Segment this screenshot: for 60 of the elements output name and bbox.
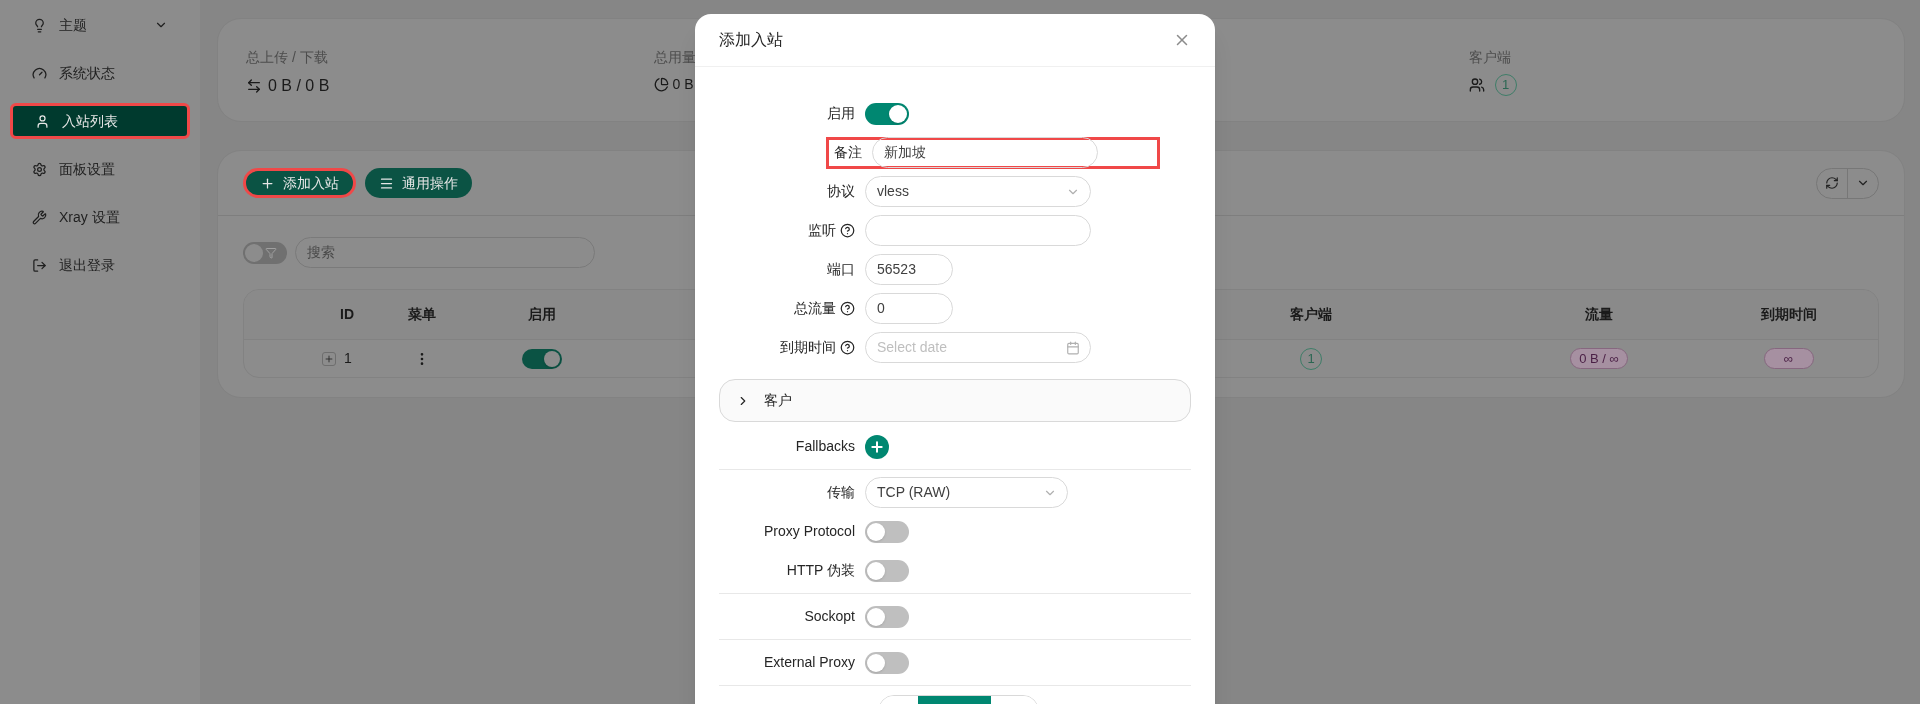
sidebar-item[interactable]: 主题	[10, 7, 190, 43]
field-label: External Proxy	[763, 653, 855, 672]
general-actions-button[interactable]: 通用操作	[365, 168, 472, 198]
field-label: HTTP 伪装	[786, 561, 855, 580]
column-header: 菜单	[408, 305, 436, 324]
dialog-title: 添加入站	[719, 30, 783, 50]
users-icon	[1468, 77, 1485, 93]
sidebar-item[interactable]: 系统状态	[10, 55, 190, 91]
field-label: Fallbacks	[795, 437, 855, 456]
user-icon	[35, 113, 50, 129]
sidebar-item[interactable]: 入站列表	[10, 103, 190, 139]
collapse-panel[interactable]: 客户	[719, 379, 1191, 422]
wrench-icon	[32, 209, 47, 225]
pie-chart-icon	[653, 77, 669, 92]
stat-label: 客户端	[1468, 48, 1512, 67]
sidebar-item[interactable]: Xray 设置	[10, 199, 190, 235]
bulb-icon	[32, 17, 47, 33]
column-header: 流量	[1585, 305, 1613, 324]
expand-icon[interactable]	[322, 351, 337, 366]
toggle-switch[interactable]	[865, 651, 909, 674]
field-label: Proxy Protocol	[763, 522, 855, 541]
transfer-icon	[246, 78, 262, 94]
sidebar-item[interactable]: 面板设置	[10, 151, 190, 187]
gauge-icon	[32, 65, 47, 81]
toggle-switch[interactable]	[865, 559, 909, 582]
stat-value: 0 B / 0 B	[268, 76, 330, 96]
field-label: 到期时间	[780, 338, 836, 357]
gear-icon	[32, 161, 47, 177]
field-label: 监听	[808, 221, 836, 240]
add-button[interactable]	[865, 434, 889, 459]
filter-toggle[interactable]	[243, 241, 287, 264]
logout-icon	[32, 257, 47, 273]
field-label: 启用	[827, 104, 855, 123]
refresh-icon	[1825, 176, 1839, 190]
column-header: 到期时间	[1760, 305, 1817, 324]
field-label: Sockopt	[804, 607, 855, 626]
field-label: 端口	[827, 260, 855, 279]
plus-icon	[869, 438, 885, 455]
sidebar-item[interactable]: 退出登录	[10, 247, 190, 283]
traffic-tag: 0 B / ∞	[1570, 348, 1628, 369]
plus-icon	[260, 175, 275, 191]
field-label: 协议	[827, 182, 855, 201]
toggle-switch[interactable]	[865, 520, 909, 543]
column-header: 客户端	[1290, 305, 1332, 324]
stat-value: 0 B	[672, 75, 694, 94]
calendar-icon	[1066, 340, 1080, 355]
stat-label: 总用量	[653, 48, 697, 67]
column-header: 启用	[528, 305, 556, 324]
column-header: ID	[340, 305, 354, 324]
toggle-switch[interactable]	[865, 102, 909, 125]
field-label: 备注	[834, 143, 862, 162]
menu-icon	[379, 175, 394, 191]
expiry-tag: ∞	[1763, 348, 1814, 369]
field-label: 总流量	[794, 299, 836, 318]
toggle-switch[interactable]	[865, 605, 909, 628]
add-inbound-button[interactable]: 添加入站	[243, 168, 356, 198]
field-label: 传输	[827, 483, 855, 502]
table-cell-text: 1	[344, 349, 352, 368]
filter-icon	[265, 246, 277, 259]
toggle-switch[interactable]	[522, 348, 562, 369]
